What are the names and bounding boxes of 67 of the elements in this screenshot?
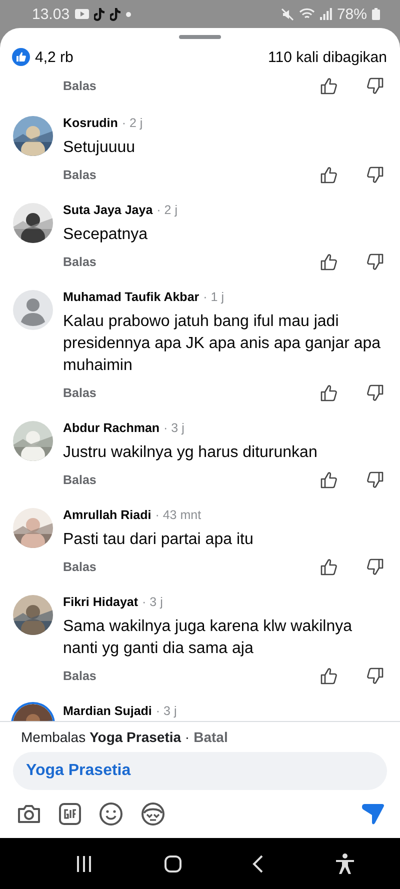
comment-time: · 2 j xyxy=(156,203,178,217)
gif-icon[interactable] xyxy=(59,803,81,825)
smiley-icon[interactable] xyxy=(99,802,123,826)
thumbs-up-icon[interactable] xyxy=(320,667,338,685)
thumbs-down-icon[interactable] xyxy=(366,384,384,402)
reply-link[interactable]: Balas xyxy=(63,560,96,574)
replying-to-text: Membalas Yoga Prasetia · xyxy=(21,729,190,745)
thumbs-up-icon[interactable] xyxy=(320,77,338,95)
commenter-name[interactable]: Abdur Rachman xyxy=(63,421,160,435)
comment-text: Sama wakilnya juga karena klw wakilnya nanti yg ganti dia sama aja xyxy=(63,617,354,659)
cancel-link[interactable]: Batal xyxy=(194,729,228,745)
comment-time: · 43 mnt xyxy=(155,508,202,522)
comment-text: Kalau prabowo jatuh bang iful mau jadi presidennya apa JK apa anis apa ganjar apa muhaimin xyxy=(63,312,382,376)
notification-dot-icon xyxy=(126,12,131,16)
thumbs-up-icon[interactable] xyxy=(320,253,338,271)
thumbs-down-icon[interactable] xyxy=(366,166,384,184)
back-icon[interactable] xyxy=(252,854,264,874)
commenter-name[interactable]: Fikri Hidayat xyxy=(63,595,138,609)
wifi-icon xyxy=(298,8,315,20)
signal-icon xyxy=(320,8,332,20)
clock: 13.03 xyxy=(32,6,70,22)
thumbs-down-icon[interactable] xyxy=(366,77,384,95)
battery-icon xyxy=(372,8,380,20)
reply-link[interactable]: Balas xyxy=(63,386,96,400)
drag-handle[interactable] xyxy=(179,35,221,39)
video-app-icon xyxy=(74,9,89,19)
thumbs-down-icon[interactable] xyxy=(366,253,384,271)
like-reaction-icon xyxy=(12,48,30,66)
comment-field[interactable]: Yoga Prasetia xyxy=(13,752,387,790)
commenter-name[interactable]: Mardian Sujadi xyxy=(63,704,152,718)
commenter-name[interactable]: Amrullah Riadi xyxy=(63,508,152,522)
reply-link[interactable]: Balas xyxy=(63,168,96,182)
comment-time: · 2 j xyxy=(122,116,143,130)
accessibility-icon[interactable] xyxy=(334,852,355,874)
thumbs-up-icon[interactable] xyxy=(320,471,338,489)
home-icon[interactable] xyxy=(164,854,182,872)
reply-link[interactable]: Balas xyxy=(63,79,96,93)
thumbs-down-icon[interactable] xyxy=(366,471,384,489)
reply-link[interactable]: Balas xyxy=(63,473,96,487)
comment-time: · 3 j xyxy=(142,595,163,609)
avatar-sticker-icon[interactable] xyxy=(141,802,165,826)
commenter-name[interactable]: Muhamad Taufik Akbar xyxy=(63,290,200,304)
commenter-name[interactable]: Kosrudin xyxy=(63,116,118,130)
comment-text: Setujuuuu xyxy=(63,138,136,158)
comment-time: · 3 j xyxy=(156,704,177,718)
send-icon[interactable] xyxy=(361,803,385,825)
comment-text: Justru wakilnya yg harus diturunkan xyxy=(63,443,318,463)
battery-percentage: 78% xyxy=(336,6,367,22)
commenter-name[interactable]: Suta Jaya Jaya xyxy=(63,203,153,217)
comment-time: · 3 j xyxy=(164,421,184,435)
share-count[interactable]: 110 kali dibagikan xyxy=(268,48,387,66)
music-note-icon xyxy=(94,8,105,20)
thumbs-down-icon[interactable] xyxy=(366,558,384,576)
camera-icon[interactable] xyxy=(17,804,41,824)
comment-text: Secepatnya xyxy=(63,225,149,245)
reaction-count[interactable]: 4,2 rb xyxy=(35,48,74,66)
thumbs-up-icon[interactable] xyxy=(320,384,338,402)
thumbs-up-icon[interactable] xyxy=(320,558,338,576)
thumbs-up-icon[interactable] xyxy=(320,166,338,184)
mute-icon xyxy=(280,8,294,20)
thumbs-down-icon[interactable] xyxy=(366,667,384,685)
music-note-icon xyxy=(110,8,121,20)
reply-link[interactable]: Balas xyxy=(63,255,96,269)
comment-text: Pasti tau dari partai apa itu xyxy=(63,530,254,550)
recent-apps-icon[interactable] xyxy=(75,854,94,874)
comment-time: · 1 j xyxy=(203,290,224,304)
reply-link[interactable]: Balas xyxy=(63,669,96,683)
